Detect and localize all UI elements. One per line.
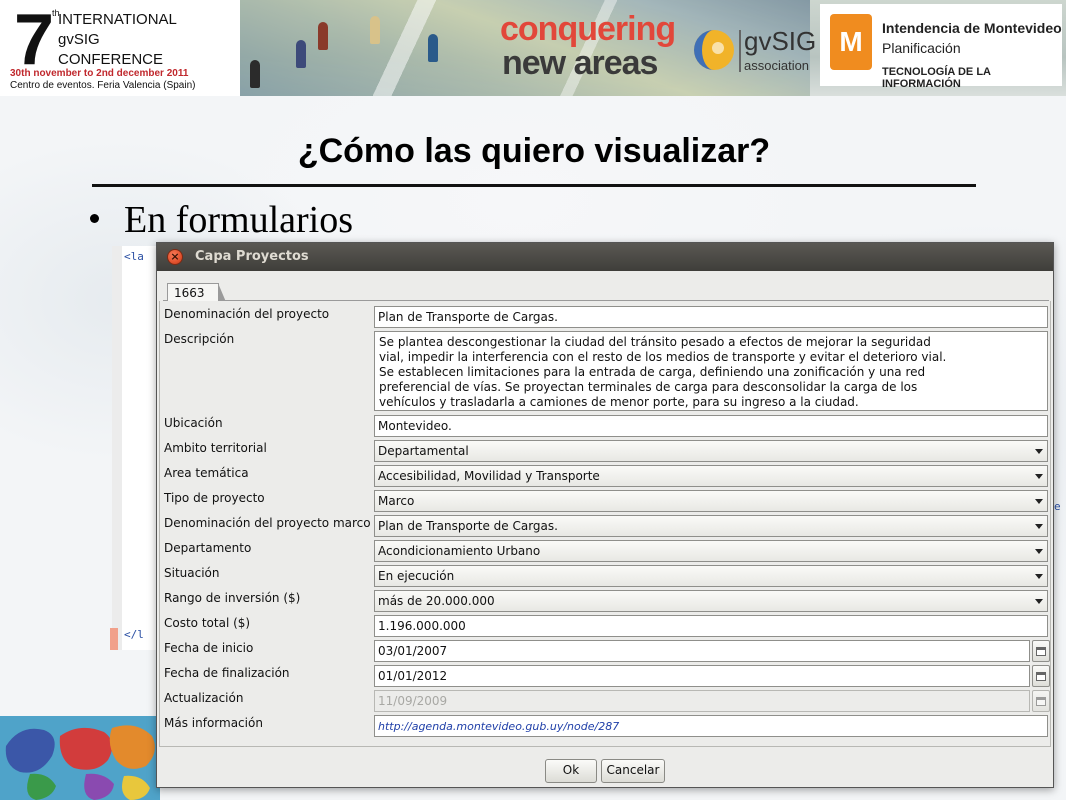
xml-right-mark: e <box>1054 500 1061 513</box>
departamento-label: Departamento <box>164 541 252 555</box>
conference-number: 7 <box>14 0 55 80</box>
actualizacion-label: Actualización <box>164 691 244 705</box>
conference-line-1: INTERNATIONAL <box>58 11 177 28</box>
conference-line-3: CONFERENCE <box>58 51 164 68</box>
area-label: Area temática <box>164 466 249 480</box>
calendar-icon <box>1036 697 1046 706</box>
descripcion-line: vial, impedir la interferencia con el re… <box>379 350 947 364</box>
calendar-icon <box>1036 647 1046 656</box>
chevron-down-icon <box>1035 524 1043 529</box>
conference-venue: Centro de eventos. Feria Valencia (Spain… <box>10 80 196 91</box>
ubicacion-label: Ubicación <box>164 416 223 430</box>
close-icon[interactable]: × <box>167 249 183 265</box>
chevron-down-icon <box>1035 499 1043 504</box>
chevron-down-icon <box>1035 449 1043 454</box>
denominacion-label: Denominación del proyecto <box>164 307 330 321</box>
figurine <box>250 60 260 88</box>
inicio-label: Fecha de inicio <box>164 641 254 655</box>
descripcion-line: vehículos y trasladarla a camiones de me… <box>379 395 859 409</box>
cancel-button[interactable]: Cancelar <box>601 759 665 783</box>
ambito-label: Ambito territorial <box>164 441 267 455</box>
costo-field[interactable]: 1.196.000.000 <box>374 615 1048 637</box>
rango-select[interactable]: más de 20.000.000 <box>374 590 1048 612</box>
conference-dates: 30th november to 2nd december 2011 <box>10 68 189 79</box>
marco-label: Denominación del proyecto marco <box>164 516 371 530</box>
figurine <box>296 40 306 68</box>
rango-value: más de 20.000.000 <box>378 594 495 608</box>
gvsig-logo-icon <box>694 30 734 70</box>
denominacion-field[interactable]: Plan de Transporte de Cargas. <box>374 306 1048 328</box>
chevron-down-icon <box>1035 474 1043 479</box>
slogan-line-2: new areas <box>502 44 658 82</box>
world-map-decoration-icon <box>0 716 160 800</box>
tab-strip: 1663 <box>163 281 1049 302</box>
xml-open-tag: <la <box>124 250 144 263</box>
bullet-icon <box>90 214 99 223</box>
actualizacion-field: 11/09/2009 <box>374 690 1030 712</box>
intendencia-unit: TECNOLOGÍA DE LA INFORMACIÓN <box>882 66 991 90</box>
inicio-field[interactable]: 03/01/2007 <box>374 640 1030 662</box>
chevron-down-icon <box>1035 599 1043 604</box>
calendar-icon <box>1036 672 1046 681</box>
intendencia-emblem-letter: M <box>839 26 863 57</box>
departamento-select[interactable]: Acondicionamiento Urbano <box>374 540 1048 562</box>
title-divider <box>92 184 976 187</box>
capa-proyectos-dialog: × Capa Proyectos 1663 Denominación del p… <box>156 242 1054 788</box>
gvsig-subtitle: association <box>744 58 810 73</box>
intendencia-name: Intendencia de Montevideo <box>882 20 1062 36</box>
fin-label: Fecha de finalización <box>164 666 290 680</box>
descripcion-label: Descripción <box>164 332 235 346</box>
xml-editor-marker <box>110 628 118 650</box>
tipo-label: Tipo de proyecto <box>164 491 265 505</box>
area-value: Accesibilidad, Movilidad y Transporte <box>378 469 600 483</box>
chevron-down-icon <box>1035 574 1043 579</box>
info-label: Más información <box>164 716 263 730</box>
inicio-calendar-button[interactable] <box>1032 640 1050 662</box>
departamento-value: Acondicionamiento Urbano <box>378 544 541 558</box>
intendencia-department: Planificación <box>882 40 961 56</box>
dialog-button-bar: Ok Cancelar <box>157 749 1053 787</box>
intendencia-logo: M Intendencia de Montevideo Planificació… <box>820 4 1062 90</box>
costo-label: Costo total ($) <box>164 616 251 630</box>
situacion-select[interactable]: En ejecución <box>374 565 1048 587</box>
actualizacion-calendar-button <box>1032 690 1050 712</box>
figurine <box>318 22 328 50</box>
marco-value: Plan de Transporte de Cargas. <box>378 519 558 533</box>
gvsig-divider <box>739 30 741 72</box>
situacion-label: Situación <box>164 566 220 580</box>
conference-banner: 7 th INTERNATIONAL gvSIG CONFERENCE 30th… <box>0 0 1066 96</box>
marco-select[interactable]: Plan de Transporte de Cargas. <box>374 515 1048 537</box>
bullet-text: En formularios <box>124 199 354 241</box>
figurine <box>428 34 438 62</box>
descripcion-line: preferencial de vías. Se proyectan termi… <box>379 380 918 394</box>
fin-calendar-button[interactable] <box>1032 665 1050 687</box>
chevron-down-icon <box>1035 549 1043 554</box>
conference-logo: 7 th INTERNATIONAL gvSIG CONFERENCE 30th… <box>0 0 240 96</box>
info-link[interactable]: http://agenda.montevideo.gub.uy/node/287 <box>374 715 1048 737</box>
area-select[interactable]: Accesibilidad, Movilidad y Transporte <box>374 465 1048 487</box>
ambito-select[interactable]: Departamental <box>374 440 1048 462</box>
descripcion-line: Se plantea descongestionar la ciudad del… <box>379 335 931 349</box>
tab-record[interactable]: 1663 <box>167 283 226 302</box>
dialog-title: Capa Proyectos <box>195 249 309 264</box>
xml-close-tag: </l <box>124 628 144 641</box>
ambito-value: Departamental <box>378 444 469 458</box>
conference-line-2: gvSIG <box>58 31 100 48</box>
rango-label: Rango de inversión ($) <box>164 591 301 605</box>
xml-editor-gutter <box>112 246 122 650</box>
fin-field[interactable]: 01/01/2012 <box>374 665 1030 687</box>
gvsig-name: gvSIG <box>744 26 817 56</box>
descripcion-textarea[interactable]: Se plantea descongestionar la ciudad del… <box>374 331 1048 411</box>
dialog-titlebar[interactable]: × Capa Proyectos <box>157 243 1053 271</box>
ok-button[interactable]: Ok <box>545 759 597 783</box>
form-panel: Denominación del proyecto Plan de Transp… <box>159 301 1051 747</box>
figurine <box>370 16 380 44</box>
tipo-value: Marco <box>378 494 415 508</box>
tipo-select[interactable]: Marco <box>374 490 1048 512</box>
ubicacion-field[interactable]: Montevideo. <box>374 415 1048 437</box>
situacion-value: En ejecución <box>378 569 455 583</box>
descripcion-line: Se establecen limitaciones para la entra… <box>379 365 926 379</box>
slide-title: ¿Cómo las quiero visualizar? <box>297 132 771 170</box>
